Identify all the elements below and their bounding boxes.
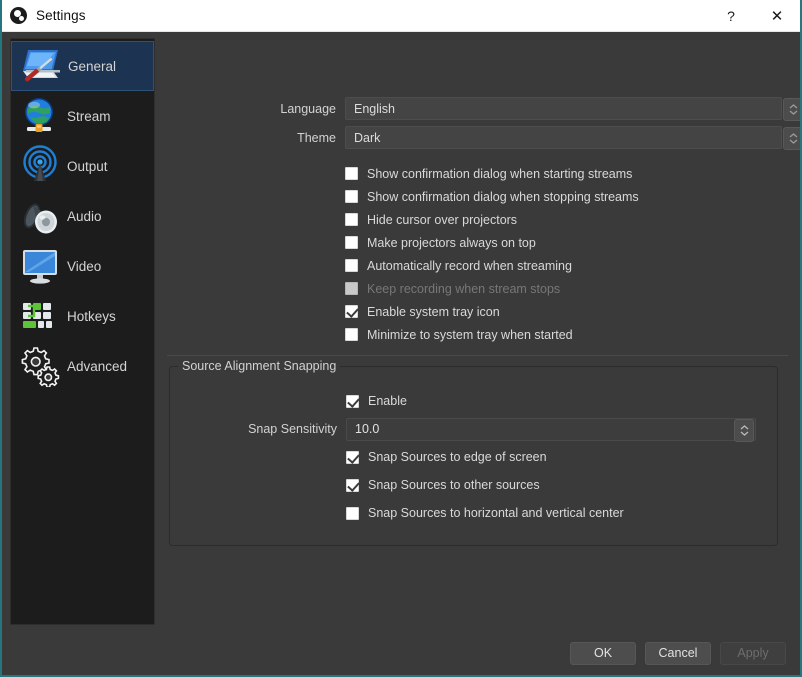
checkbox-minimize-tray[interactable]: [345, 328, 358, 341]
theme-value: Dark: [346, 131, 380, 145]
snapping-enable-row[interactable]: Enable: [170, 389, 777, 413]
sidebar-item-hotkeys[interactable]: Hotkeys: [11, 291, 154, 341]
advanced-gears-icon: [17, 343, 63, 389]
checkbox-row-hide-cursor[interactable]: Hide cursor over projectors: [155, 208, 800, 231]
obs-logo-icon: [10, 7, 27, 24]
audio-speaker-icon: [17, 193, 63, 239]
sidebar-item-audio[interactable]: Audio: [11, 191, 154, 241]
checkbox-label: Snap Sources to horizontal and vertical …: [368, 506, 624, 520]
checkbox-auto-record[interactable]: [345, 259, 358, 272]
sidebar-item-general[interactable]: General: [11, 41, 154, 91]
close-button[interactable]: ✕: [754, 0, 800, 32]
sidebar-item-label: General: [68, 59, 116, 74]
checkbox-snapping-enable[interactable]: [346, 395, 359, 408]
source-alignment-snapping-group: Source Alignment Snapping Enable Snap Se…: [169, 366, 778, 546]
sidebar-item-stream[interactable]: Stream: [11, 91, 154, 141]
checkbox-label: Enable: [368, 394, 407, 408]
language-row: Language English: [155, 96, 800, 121]
settings-window: Settings ? ✕: [0, 0, 802, 677]
checkbox-label: Enable system tray icon: [367, 305, 500, 319]
cancel-button[interactable]: Cancel: [645, 642, 711, 665]
snap-sensitivity-value: 10.0: [347, 422, 379, 436]
language-value: English: [346, 102, 395, 116]
checkbox-hide-cursor[interactable]: [345, 213, 358, 226]
sidebar-item-video[interactable]: Video: [11, 241, 154, 291]
sidebar-item-label: Video: [67, 259, 101, 274]
sidebar-item-label: Hotkeys: [67, 309, 116, 324]
language-spinner-icon[interactable]: [783, 98, 800, 121]
help-button[interactable]: ?: [708, 0, 754, 32]
checkbox-label: Automatically record when streaming: [367, 259, 572, 273]
checkbox-label: Show confirmation dialog when stopping s…: [367, 190, 639, 204]
sidebar-item-output[interactable]: Output: [11, 141, 154, 191]
general-checkbox-list: Show confirmation dialog when starting s…: [155, 154, 800, 346]
sidebar-item-label: Advanced: [67, 359, 127, 374]
checkbox-row-auto-record[interactable]: Automatically record when streaming: [155, 254, 800, 277]
section-divider: [167, 355, 788, 356]
checkbox-row-confirm-start[interactable]: Show confirmation dialog when starting s…: [155, 162, 800, 185]
snap-sensitivity-input[interactable]: 10.0: [346, 418, 756, 441]
checkbox-label: Show confirmation dialog when starting s…: [367, 167, 632, 181]
video-monitor-icon: [17, 243, 63, 289]
checkbox-confirm-stop[interactable]: [345, 190, 358, 203]
window-body: General Stream: [2, 32, 800, 631]
checkbox-snap-edge-of-screen[interactable]: [346, 451, 359, 464]
snap-sensitivity-label: Snap Sensitivity: [170, 422, 346, 436]
sidebar-item-advanced[interactable]: Advanced: [11, 341, 154, 391]
stream-globe-icon: [17, 93, 63, 139]
sidebar-item-label: Audio: [67, 209, 102, 224]
snap-sensitivity-row: Snap Sensitivity 10.0: [170, 417, 777, 441]
output-broadcast-icon: [17, 143, 63, 189]
checkbox-label: Hide cursor over projectors: [367, 213, 517, 227]
checkbox-row-confirm-stop[interactable]: Show confirmation dialog when stopping s…: [155, 185, 800, 208]
snap-edge-row[interactable]: Snap Sources to edge of screen: [170, 445, 777, 469]
theme-spinner-icon[interactable]: [783, 127, 800, 150]
group-title: Source Alignment Snapping: [178, 359, 340, 373]
checkbox-label: Minimize to system tray when started: [367, 328, 573, 342]
dropdown-rows: Language English Theme Dark: [155, 32, 800, 150]
settings-sidebar: General Stream: [10, 38, 155, 625]
checkbox-label: Keep recording when stream stops: [367, 282, 560, 296]
window-title: Settings: [36, 8, 708, 23]
snap-sensitivity-spinner-icon[interactable]: [734, 419, 754, 442]
checkbox-label: Make projectors always on top: [367, 236, 536, 250]
language-label: Language: [155, 102, 345, 116]
dialog-footer: OK Cancel Apply: [2, 631, 800, 675]
snap-center-row[interactable]: Snap Sources to horizontal and vertical …: [170, 501, 777, 525]
checkbox-label: Snap Sources to other sources: [368, 478, 540, 492]
hotkeys-keyboard-icon: [17, 293, 63, 339]
theme-select[interactable]: Dark: [345, 126, 782, 149]
apply-button: Apply: [720, 642, 786, 665]
theme-label: Theme: [155, 131, 345, 145]
checkbox-label: Snap Sources to edge of screen: [368, 450, 547, 464]
checkbox-snap-center[interactable]: [346, 507, 359, 520]
checkbox-system-tray[interactable]: [345, 305, 358, 318]
sidebar-item-label: Stream: [67, 109, 111, 124]
language-select[interactable]: English: [345, 97, 782, 120]
checkbox-row-system-tray[interactable]: Enable system tray icon: [155, 300, 800, 323]
checkbox-row-minimize-tray[interactable]: Minimize to system tray when started: [155, 323, 800, 346]
checkbox-row-keep-recording: Keep recording when stream stops: [155, 277, 800, 300]
ok-button[interactable]: OK: [570, 642, 636, 665]
checkbox-projectors-on-top[interactable]: [345, 236, 358, 249]
checkbox-confirm-start[interactable]: [345, 167, 358, 180]
title-bar: Settings ? ✕: [2, 0, 800, 32]
general-monitor-screwdriver-icon: [18, 43, 64, 89]
general-settings-pane: Language English Theme Dark: [155, 32, 800, 631]
sidebar-item-label: Output: [67, 159, 108, 174]
theme-row: Theme Dark: [155, 125, 800, 150]
checkbox-keep-recording: [345, 282, 358, 295]
checkbox-row-projectors-on-top[interactable]: Make projectors always on top: [155, 231, 800, 254]
checkbox-snap-other-sources[interactable]: [346, 479, 359, 492]
snap-other-sources-row[interactable]: Snap Sources to other sources: [170, 473, 777, 497]
